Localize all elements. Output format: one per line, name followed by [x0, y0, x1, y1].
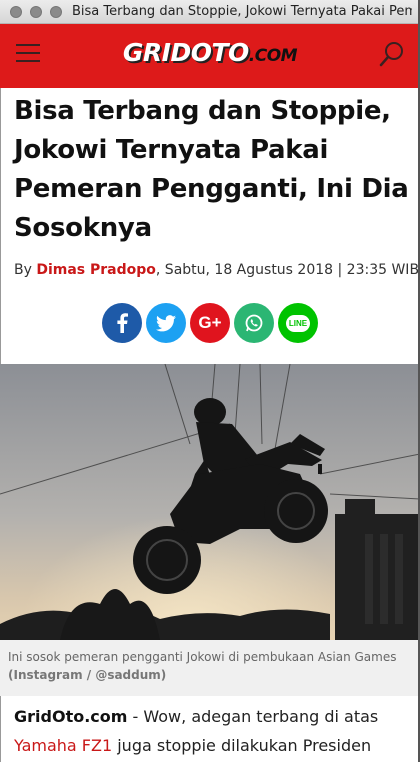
twitter-icon[interactable] — [146, 303, 186, 343]
window-title: Bisa Terbang dan Stoppie, Jokowi Ternyat… — [72, 4, 412, 19]
close-window-button[interactable] — [10, 5, 22, 18]
window-controls — [10, 5, 62, 18]
author-link[interactable]: Dimas Pradopo — [36, 262, 156, 278]
google-plus-icon[interactable]: G+ — [190, 303, 230, 343]
facebook-icon[interactable] — [102, 303, 142, 343]
body-brand: GridOto.com — [14, 707, 128, 726]
site-logo[interactable]: GRIDOTO.COM — [0, 38, 420, 67]
maximize-window-button[interactable] — [50, 5, 62, 18]
logo-suffix-text: .COM — [248, 46, 298, 66]
body-link-yamaha[interactable]: Yamaha FZ1 — [14, 736, 112, 755]
body-text-2: juga stoppie dilakukan Presiden — [112, 736, 372, 755]
article-photo — [0, 364, 420, 640]
site-header: GRIDOTO.COM — [0, 24, 420, 88]
logo-main-text: GRIDOTO — [122, 38, 249, 67]
byline-by: By — [14, 262, 37, 278]
search-icon[interactable] — [378, 40, 406, 68]
caption-text: Ini sosok pemeran pengganti Jokowi di pe… — [8, 650, 397, 664]
article-headline: Bisa Terbang dan Stoppie, Jokowi Ternyat… — [14, 96, 409, 243]
window-titlebar: Bisa Terbang dan Stoppie, Jokowi Ternyat… — [0, 0, 420, 24]
body-text-1: - Wow, adegan terbang di atas — [127, 707, 379, 726]
article-date: , Sabtu, 18 Agustus 2018 | 23:35 WIB — [155, 262, 420, 278]
article-body: GridOto.com - Wow, adegan terbang di ata… — [14, 702, 414, 760]
whatsapp-icon[interactable] — [234, 303, 274, 343]
photo-caption: Ini sosok pemeran pengganti Jokowi di pe… — [0, 640, 420, 696]
caption-credit: (Instagram / @saddum) — [8, 668, 167, 682]
article-byline: By Dimas Pradopo, Sabtu, 18 Agustus 2018… — [14, 262, 419, 278]
share-buttons: G+ LINE — [102, 303, 318, 343]
line-icon[interactable]: LINE — [278, 303, 318, 343]
minimize-window-button[interactable] — [30, 5, 42, 18]
